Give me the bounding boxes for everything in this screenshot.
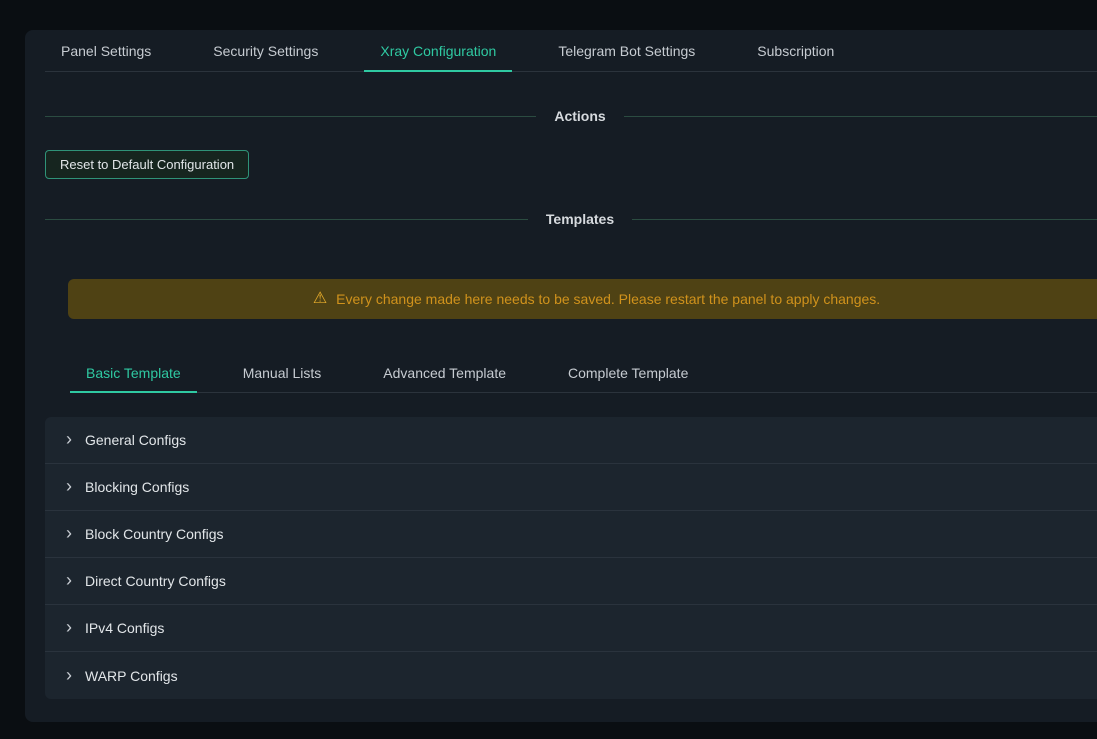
accordion-ipv4-configs[interactable]: › IPv4 Configs bbox=[45, 605, 1097, 652]
main-tabbar: Panel Settings Security Settings Xray Co… bbox=[45, 30, 1097, 72]
chevron-right-icon: › bbox=[66, 571, 72, 589]
chevron-right-icon: › bbox=[66, 430, 72, 448]
accordion-block-country-configs[interactable]: › Block Country Configs bbox=[45, 511, 1097, 558]
accordion-general-configs[interactable]: › General Configs bbox=[45, 417, 1097, 464]
accordion-direct-country-configs[interactable]: › Direct Country Configs bbox=[45, 558, 1097, 605]
accordion-label: IPv4 Configs bbox=[85, 620, 164, 636]
tab-security-settings[interactable]: Security Settings bbox=[197, 30, 334, 71]
actions-divider: Actions bbox=[45, 108, 1097, 124]
tab-panel-settings[interactable]: Panel Settings bbox=[45, 30, 167, 71]
accordion-label: WARP Configs bbox=[85, 668, 178, 684]
accordion-label: Block Country Configs bbox=[85, 526, 224, 542]
template-tabbar: Basic Template Manual Lists Advanced Tem… bbox=[70, 353, 1097, 393]
chevron-right-icon: › bbox=[66, 666, 72, 684]
xray-settings-card: Panel Settings Security Settings Xray Co… bbox=[25, 30, 1097, 722]
actions-divider-label: Actions bbox=[554, 108, 605, 124]
reset-to-default-button[interactable]: Reset to Default Configuration bbox=[45, 150, 249, 179]
chevron-right-icon: › bbox=[66, 524, 72, 542]
warning-alert: ⚠ Every change made here needs to be sav… bbox=[68, 279, 1097, 319]
warning-icon: ⚠ bbox=[313, 291, 327, 307]
tab-advanced-template[interactable]: Advanced Template bbox=[367, 353, 522, 392]
tab-telegram-bot-settings[interactable]: Telegram Bot Settings bbox=[542, 30, 711, 71]
tab-complete-template[interactable]: Complete Template bbox=[552, 353, 704, 392]
tab-manual-lists[interactable]: Manual Lists bbox=[227, 353, 338, 392]
accordion-warp-configs[interactable]: › WARP Configs bbox=[45, 652, 1097, 699]
templates-divider-label: Templates bbox=[546, 211, 614, 227]
tab-basic-template[interactable]: Basic Template bbox=[70, 353, 197, 392]
accordion-label: General Configs bbox=[85, 432, 186, 448]
accordion-label: Blocking Configs bbox=[85, 479, 189, 495]
accordion-blocking-configs[interactable]: › Blocking Configs bbox=[45, 464, 1097, 511]
chevron-right-icon: › bbox=[66, 477, 72, 495]
chevron-right-icon: › bbox=[66, 618, 72, 636]
tab-subscription[interactable]: Subscription bbox=[741, 30, 850, 71]
template-accordion: › General Configs › Blocking Configs › B… bbox=[45, 417, 1097, 699]
templates-divider: Templates bbox=[45, 211, 1097, 227]
tab-xray-configuration[interactable]: Xray Configuration bbox=[364, 30, 512, 71]
accordion-label: Direct Country Configs bbox=[85, 573, 226, 589]
warning-text: Every change made here needs to be saved… bbox=[336, 291, 880, 307]
